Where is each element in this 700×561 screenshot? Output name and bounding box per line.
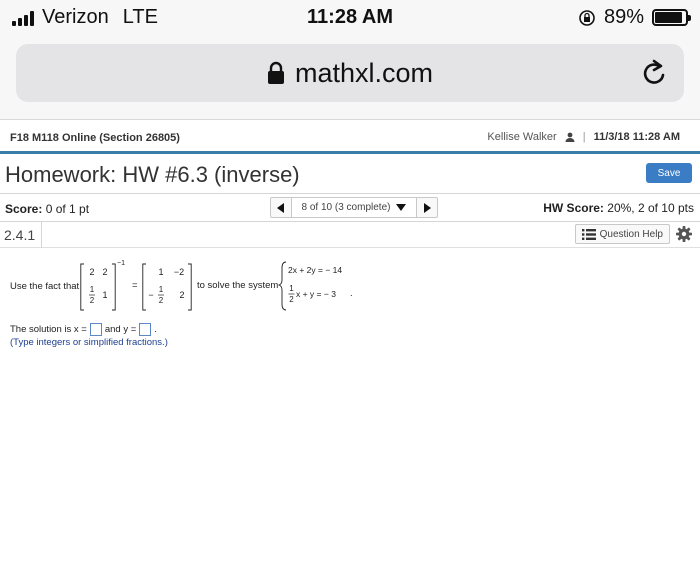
y-answer-input[interactable]	[139, 323, 152, 336]
matrix-b: 1 −2 − 1 2 2	[142, 263, 192, 311]
x-answer-input[interactable]	[89, 323, 102, 336]
inverse-exponent: −1	[117, 260, 125, 267]
user-name[interactable]: Kellise Walker	[487, 131, 556, 143]
battery-icon	[652, 9, 691, 26]
score-label: Score:	[5, 202, 43, 216]
user-icon[interactable]	[565, 132, 575, 142]
current-datetime: 11/3/18 11:28 AM	[593, 131, 680, 143]
question-toolbar: 2.4.1 Question Help	[0, 222, 700, 248]
url-display[interactable]: mathxl.com	[16, 58, 684, 89]
status-bar: Verizon LTE 11:28 AM 89%	[0, 0, 700, 36]
score-value: 0 of 1 pt	[45, 202, 90, 216]
battery-info: 89%	[578, 6, 691, 29]
user-info: Kellise Walker | 11/3/18 11:28 AM	[487, 131, 680, 143]
solution-end: .	[154, 324, 157, 335]
caret-down-icon	[396, 204, 407, 211]
question-navigator: 8 of 10 (3 complete)	[270, 197, 438, 218]
solution-mid: and y =	[104, 324, 137, 335]
homework-score: HW Score: 20%, 2 of 10 pts	[543, 201, 694, 215]
matrix-a-cell: 1	[102, 290, 107, 300]
triangle-right-icon	[424, 202, 431, 213]
separator: |	[582, 131, 586, 143]
matrix-a-cell: 2	[90, 296, 95, 305]
equation-2-denominator: 2	[289, 295, 294, 304]
lock-icon	[267, 61, 284, 84]
address-bar[interactable]: mathxl.com	[16, 44, 684, 102]
orientation-lock-icon	[579, 9, 595, 26]
hw-score-label: HW Score:	[543, 201, 604, 215]
next-question-button[interactable]	[416, 197, 438, 218]
matrix-a-cell: 1	[90, 285, 95, 294]
homework-header: Homework: HW #6.3 (inverse) Save	[0, 157, 700, 194]
question-text-use: Use the fact that	[10, 281, 80, 292]
previous-question-button[interactable]	[270, 197, 292, 218]
solution-line: The solution is x = and y = .	[10, 323, 157, 336]
matrix-b-cell: 2	[179, 290, 184, 300]
url-text: mathxl.com	[294, 58, 434, 88]
question-help-label: Question Help	[599, 228, 663, 240]
answer-hint: (Type integers or simplified fractions.)	[10, 337, 168, 348]
score-bar: Score: 0 of 1 pt 8 of 10 (3 complete) HW…	[0, 194, 700, 222]
matrix-b-cell: 1	[159, 285, 164, 294]
solution-prefix: The solution is x =	[10, 324, 87, 335]
hw-score-value: 20%, 2 of 10 pts	[607, 201, 694, 215]
question-number: 2.4.1	[0, 222, 42, 248]
matrix-a-cell: 2	[102, 267, 107, 277]
question-help-button[interactable]: Question Help	[574, 224, 670, 244]
reload-icon[interactable]	[640, 58, 668, 88]
triangle-left-icon	[277, 202, 284, 213]
matrix-a-cell: 2	[89, 267, 94, 277]
matrix-b-cell: 1	[158, 267, 163, 277]
equation-1: 2x + 2y = − 14	[288, 265, 342, 275]
equation-2: x + y = − 3	[296, 289, 336, 299]
page-title: Homework: HW #6.3 (inverse)	[5, 162, 300, 187]
sentence-period: .	[350, 288, 353, 299]
matrix-b-cell: −	[148, 290, 153, 300]
equation-2-numerator: 1	[289, 284, 294, 293]
course-header: F18 M118 Online (Section 26805) Kellise …	[0, 121, 700, 154]
battery-percent: 89%	[603, 6, 644, 28]
question-selector[interactable]: 8 of 10 (3 complete)	[292, 197, 416, 218]
question-text-solve: to solve the system	[197, 280, 279, 291]
question-score: Score: 0 of 1 pt	[5, 202, 89, 216]
save-button[interactable]: Save	[646, 163, 692, 183]
browser-toolbar: mathxl.com	[0, 36, 700, 120]
matrix-b-cell: −2	[174, 267, 184, 277]
equation-system: 2x + 2y = − 14 1 2 x + y = − 3	[278, 261, 342, 311]
matrix-b-cell: 2	[159, 296, 164, 305]
matrix-a: 2 2 1 2 1 −1	[80, 260, 125, 311]
course-name: F18 M118 Online (Section 26805)	[10, 132, 180, 144]
gear-icon[interactable]	[676, 226, 692, 242]
equals-sign: =	[132, 280, 138, 291]
list-icon	[581, 228, 596, 240]
question-content: Use the fact that 2 2 1 2 1 −1 = 1 −2 − …	[0, 250, 700, 561]
question-progress: 8 of 10 (3 complete)	[301, 202, 391, 213]
